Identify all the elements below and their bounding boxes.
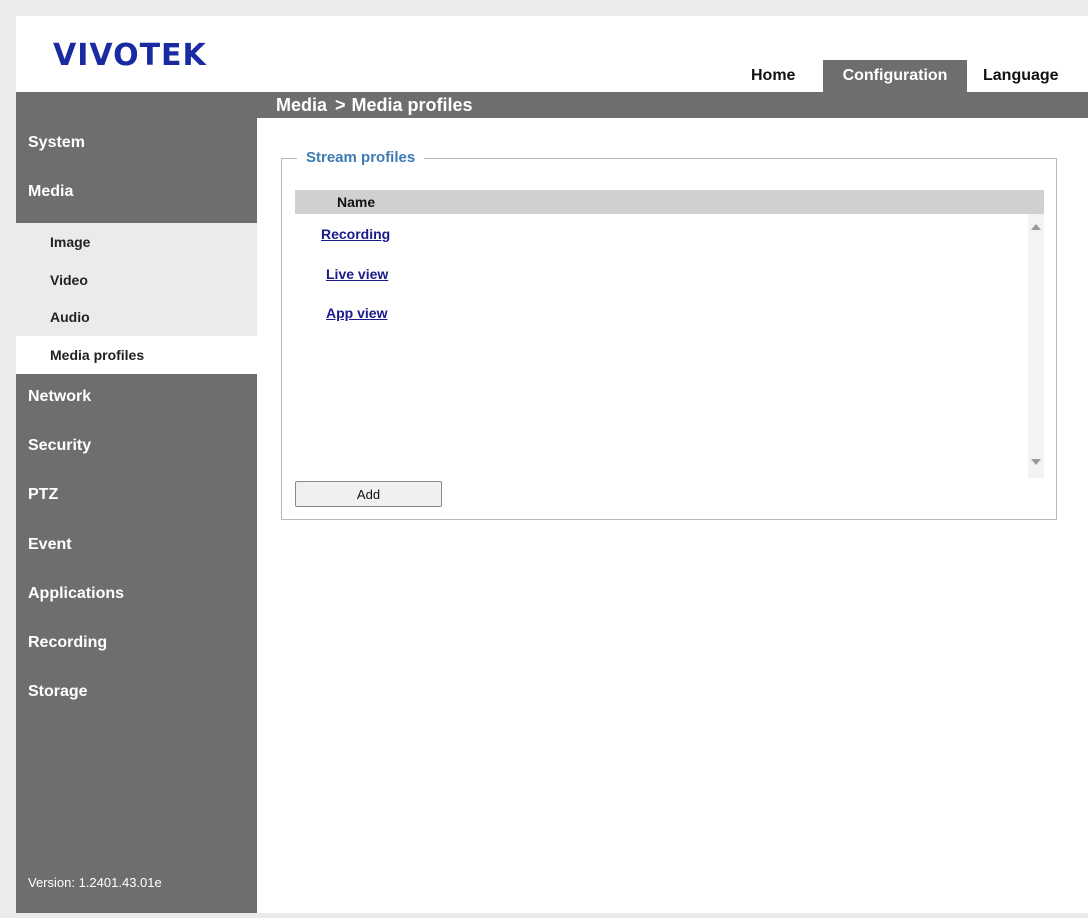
name-column-header: Name xyxy=(337,194,376,210)
title-bar xyxy=(16,92,1088,118)
profile-link-live-view[interactable]: Live view xyxy=(326,266,388,282)
sidebar-item-system[interactable]: System xyxy=(16,118,257,167)
breadcrumb-page: Media profiles xyxy=(351,95,473,115)
sidebar-item-ptz[interactable]: PTZ xyxy=(16,470,257,519)
scroll-down-arrow-icon[interactable] xyxy=(1031,459,1041,465)
breadcrumb-separator: > xyxy=(335,95,346,115)
add-profile-button[interactable]: Add xyxy=(295,481,442,507)
sidebar-subitem-image[interactable]: Image xyxy=(16,223,257,261)
breadcrumb-section: Media xyxy=(276,95,328,115)
sidebar-item-security[interactable]: Security xyxy=(16,421,257,470)
stream-profiles-legend: Stream profiles xyxy=(297,148,425,168)
sidebar-subitem-video[interactable]: Video xyxy=(16,261,257,299)
page-frame: VIVOTEK Home Configuration Language Medi… xyxy=(16,16,1088,913)
sidebar: System Media Image Video Audio Media pro… xyxy=(16,118,257,913)
scroll-up-arrow-icon[interactable] xyxy=(1031,224,1041,230)
breadcrumb: Media > Media profiles xyxy=(276,92,473,118)
version-label: Version: 1.2401.43.01e xyxy=(28,875,162,890)
tab-home[interactable]: Home xyxy=(751,60,795,92)
sidebar-item-applications[interactable]: Applications xyxy=(16,569,257,618)
sidebar-item-event[interactable]: Event xyxy=(16,520,257,569)
sidebar-item-media[interactable]: Media xyxy=(16,167,257,216)
sidebar-item-network[interactable]: Network xyxy=(16,372,257,421)
profile-link-recording[interactable]: Recording xyxy=(321,226,390,242)
vivotek-logo: VIVOTEK xyxy=(53,38,207,73)
sidebar-item-storage[interactable]: Storage xyxy=(16,667,257,716)
profile-list-scrollbar[interactable] xyxy=(1028,214,1044,478)
stream-profiles-group: Stream profiles Name Recording Live view… xyxy=(281,148,1057,520)
sidebar-subitem-audio[interactable]: Audio xyxy=(16,298,257,336)
profile-link-app-view[interactable]: App view xyxy=(326,305,387,321)
profile-list-header: Name xyxy=(295,190,1044,214)
media-submenu: Image Video Audio Media profiles xyxy=(16,223,257,374)
tab-language[interactable]: Language xyxy=(983,60,1059,92)
sidebar-item-recording[interactable]: Recording xyxy=(16,618,257,667)
sidebar-subitem-media-profiles[interactable]: Media profiles xyxy=(16,336,257,374)
tab-configuration[interactable]: Configuration xyxy=(823,60,967,92)
